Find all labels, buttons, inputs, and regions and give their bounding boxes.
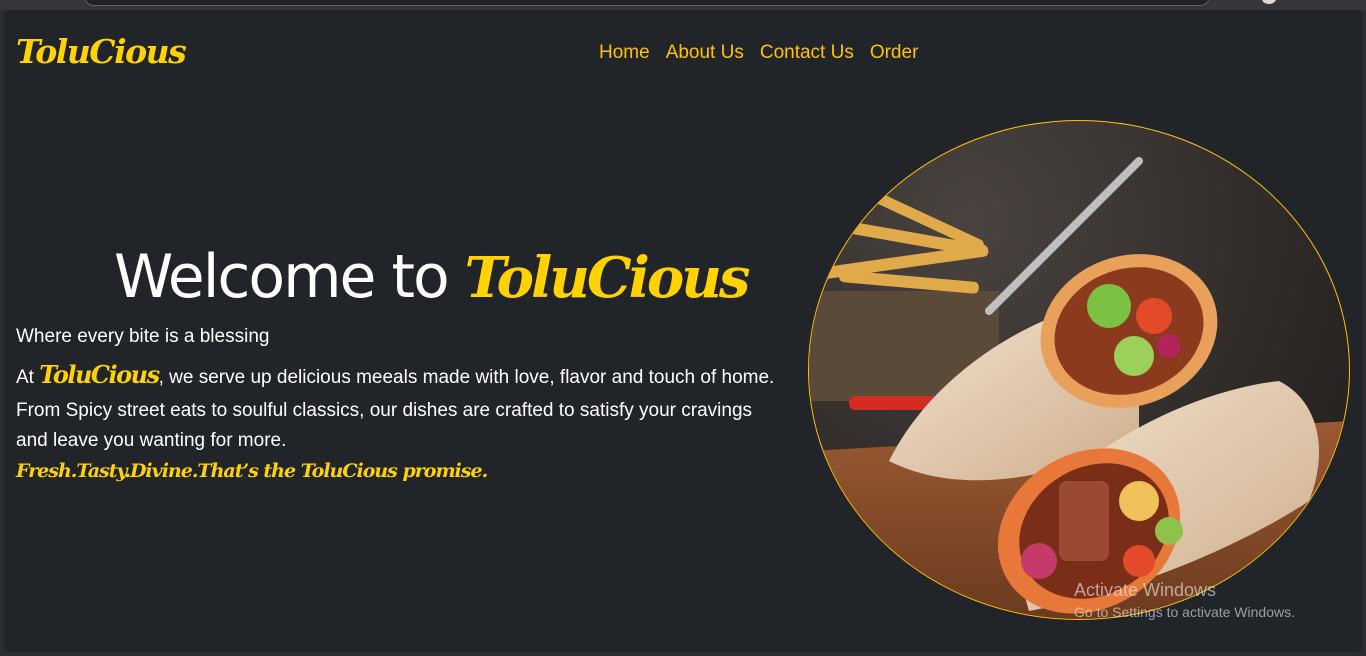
brand-logo[interactable]: ToluCious: [16, 32, 187, 71]
intro-prefix: At: [16, 367, 34, 388]
promise-text: Fresh.Tasty.Divine.That’s the ToluCious …: [16, 460, 488, 482]
page: ToluCious Home About Us Contact Us Order…: [4, 10, 1362, 652]
shawarma-wrap-image: [808, 120, 1350, 620]
watermark-title: Activate Windows: [1074, 580, 1217, 600]
windows-activation-watermark: Activate Windows Go to Settings to activ…: [1074, 580, 1295, 620]
nav-order[interactable]: Order: [870, 42, 919, 64]
intro-text: At ToluCious, we serve up delicious meea…: [16, 360, 774, 389]
description: From Spicy street eats to soulful classi…: [16, 400, 753, 451]
nav-home[interactable]: Home: [599, 42, 650, 64]
welcome-heading: Welcome to ToluCious: [114, 242, 750, 312]
food-illustration: [809, 157, 1349, 619]
main-nav: Home About Us Contact Us Order: [599, 42, 918, 64]
intro-brand: ToluCious: [39, 360, 160, 389]
address-bar[interactable]: [84, 0, 1210, 6]
welcome-text: Welcome to: [114, 242, 450, 312]
intro-suffix: , we serve up delicious meeals made with…: [158, 367, 775, 388]
welcome-brand: ToluCious: [464, 245, 750, 311]
nav-about-us[interactable]: About Us: [666, 42, 744, 64]
profile-icon[interactable]: [1262, 0, 1276, 4]
tagline: Where every bite is a blessing: [16, 326, 270, 347]
nav-contact-us[interactable]: Contact Us: [760, 42, 854, 64]
watermark-subtitle: Go to Settings to activate Windows.: [1074, 604, 1295, 620]
browser-chrome: [0, 0, 1366, 10]
